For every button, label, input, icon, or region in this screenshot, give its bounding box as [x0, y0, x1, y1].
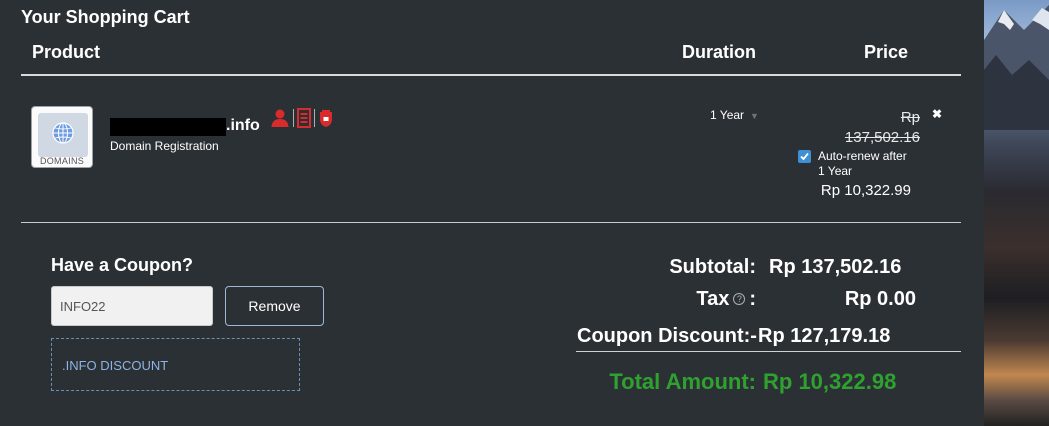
badge-separator [314, 109, 315, 127]
coupon-heading: Have a Coupon? [51, 255, 194, 275]
autorenew-checkbox[interactable] [798, 150, 811, 163]
shopping-cart-panel: Your Shopping Cart Product Duration Pric… [0, 0, 984, 426]
tax-value: Rp 0.00 [844, 288, 916, 310]
product-description: Domain Registration [110, 139, 219, 153]
total-amount-label: Total Amount: [609, 369, 756, 394]
total-amount-value: Rp 10,322.98 [763, 369, 897, 394]
background-mountain-image [984, 0, 1049, 426]
item-divider [21, 222, 961, 223]
domains-product-icon: DOMAINS [31, 106, 93, 168]
badge-separator [293, 109, 294, 127]
subtotal-value: Rp 137,502.16 [769, 256, 902, 278]
original-price: Rp 137,502.16 [790, 108, 920, 148]
domains-tile-label: DOMAINS [39, 156, 85, 166]
redacted-domain-name [110, 118, 226, 136]
tax-label-group: Tax?: [560, 288, 756, 311]
list-icon[interactable] [297, 108, 311, 128]
subtotal-label: Subtotal: [669, 256, 756, 278]
column-header-price: Price [864, 42, 909, 62]
coupon-discount-value: Rp 127,179.18 [758, 325, 891, 347]
column-header-duration: Duration [682, 42, 756, 62]
check-icon [800, 152, 809, 161]
column-header-product: Product [32, 42, 101, 62]
globe-icon [52, 122, 74, 144]
coupon-code-input[interactable] [51, 286, 213, 326]
totals-divider [576, 351, 961, 352]
applied-coupon-note: .INFO DISCOUNT [51, 338, 300, 391]
remove-item-icon[interactable]: ✖ [932, 107, 942, 121]
tax-colon: : [749, 288, 756, 310]
shield-icon[interactable] [318, 108, 334, 128]
original-price-currency: Rp [900, 109, 920, 126]
header-divider [21, 74, 961, 76]
domain-addon-badges [270, 108, 334, 128]
discounted-price: Rp 10,322.99 [820, 182, 911, 199]
cart-title: Your Shopping Cart [21, 7, 190, 27]
original-price-amount: 137,502.16 [844, 129, 920, 146]
tax-label: Tax [696, 288, 730, 310]
help-icon[interactable]: ? [733, 292, 746, 305]
user-icon[interactable] [270, 108, 290, 128]
duration-value: 1 Year [710, 108, 745, 122]
chevron-down-icon: ▼ [750, 111, 759, 121]
duration-select[interactable]: 1 Year ▼ [710, 108, 759, 122]
autorenew-label: Auto-renew after 1 Year [818, 149, 907, 178]
domain-name: .info [226, 117, 260, 134]
mountain-peak-graphic [984, 5, 1049, 130]
remove-coupon-button[interactable]: Remove [225, 286, 324, 326]
coupon-discount-label: Coupon Discount:- [577, 325, 757, 347]
